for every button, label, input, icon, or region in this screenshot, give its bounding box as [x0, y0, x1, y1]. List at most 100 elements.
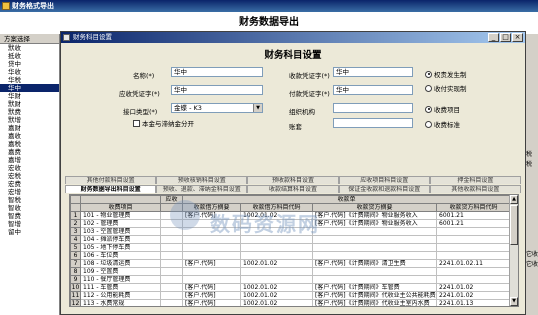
radio-dot[interactable]: [425, 70, 432, 78]
scheme-list-item[interactable]: 宏增: [0, 188, 59, 196]
radio-fee-item[interactable]: 收费项目: [425, 104, 460, 114]
cell-credit-summary[interactable]: [312, 275, 437, 284]
scheme-list-item[interactable]: 嘉收: [0, 132, 59, 140]
cell-credit-summary[interactable]: [客户.代码]《计费期间》代收业主室内水费: [312, 299, 437, 306]
cell-fee-item[interactable]: 108 - 垃圾清运费: [80, 259, 161, 268]
tab-row1-0[interactable]: 其他付款科目设置: [65, 176, 157, 184]
scheme-list-item[interactable]: 默费: [0, 108, 59, 116]
cell-debit-summary[interactable]: [182, 267, 241, 276]
checkbox-box[interactable]: [133, 119, 140, 127]
ar-voucher-input[interactable]: 华中: [171, 85, 263, 95]
col-header-credit-summary[interactable]: 收款贷方摘要: [312, 203, 437, 212]
scheme-list-item[interactable]: 智收: [0, 204, 59, 212]
cell-fee-item[interactable]: 106 - 车位费: [80, 251, 161, 260]
scheme-list-item[interactable]: 宏收: [0, 164, 59, 172]
radio-dot[interactable]: [425, 105, 432, 113]
scroll-thumb[interactable]: [510, 205, 518, 245]
radio-dot[interactable]: [425, 84, 432, 92]
cell-ar[interactable]: [160, 283, 183, 292]
radio-cash-basis[interactable]: 收付实现制: [425, 83, 467, 93]
interface-type-select[interactable]: 金蝶 - K3 ▼: [171, 103, 263, 113]
maximize-button[interactable]: □: [500, 33, 511, 42]
cell-credit-summary[interactable]: [客户.代码]《计费期间》代收业主公共能耗费: [312, 291, 437, 300]
radio-fee-standard[interactable]: 收费标准: [425, 119, 460, 129]
tab-row1-2[interactable]: 预收款科目设置: [247, 176, 339, 184]
cell-debit-code[interactable]: [240, 275, 313, 284]
cell-credit-code[interactable]: [435, 267, 512, 276]
cell-credit-code[interactable]: [435, 251, 512, 260]
col-header-credit-code[interactable]: 收款贷方科目代码: [435, 203, 512, 212]
name-input[interactable]: 华中: [171, 67, 263, 77]
cell-credit-code[interactable]: 6001.21: [435, 219, 512, 228]
cell-credit-summary[interactable]: [客户.代码]《计费期间》物业服务收入: [312, 211, 437, 220]
cell-debit-summary[interactable]: [182, 275, 241, 284]
cell-fee-item[interactable]: 109 - 空置费: [80, 267, 161, 276]
scheme-list-item[interactable]: 默收: [0, 44, 59, 52]
scheme-list-item[interactable]: 智费: [0, 212, 59, 220]
cell-credit-code[interactable]: 6001.21: [435, 211, 512, 220]
tab-row1-3[interactable]: 应收项目科目设置: [338, 176, 430, 184]
cell-credit-summary[interactable]: [312, 267, 437, 276]
cell-credit-code[interactable]: 2241.01.13: [435, 299, 512, 306]
dialog-titlebar[interactable]: 财务科目设置 _ □ ×: [61, 32, 525, 43]
radio-accrual[interactable]: 权责发生制: [425, 69, 467, 79]
cell-fee-item[interactable]: 104 - 摊派停车费: [80, 235, 161, 244]
cell-ar[interactable]: [160, 243, 183, 252]
cell-debit-code[interactable]: [240, 251, 313, 260]
scheme-list-item[interactable]: 智增: [0, 220, 59, 228]
scheme-list-item[interactable]: 华财: [0, 92, 59, 100]
cell-credit-code[interactable]: 2241.01.02: [435, 283, 512, 292]
scheme-list-item[interactable]: 华税: [0, 76, 59, 84]
scheme-list-item[interactable]: 宏税: [0, 172, 59, 180]
scheme-list-item[interactable]: 贷中: [0, 60, 59, 68]
scheme-list-item[interactable]: 嘉增: [0, 156, 59, 164]
cell-fee-item[interactable]: 110 - 餐厅管理费: [80, 275, 161, 284]
cell-credit-code[interactable]: 2241.01.02.11: [435, 259, 512, 268]
cell-credit-summary[interactable]: [312, 227, 437, 236]
cell-debit-summary[interactable]: [客户.代码]: [182, 283, 241, 292]
scheme-list-item[interactable]: 留中: [0, 228, 59, 236]
cell-credit-summary[interactable]: [客户.代码]《计费期间》物业服务收入: [312, 219, 437, 228]
cell-credit-code[interactable]: [435, 235, 512, 244]
account-set-input[interactable]: [333, 118, 413, 128]
cell-debit-code[interactable]: 1002.01.02: [240, 299, 313, 306]
tab-row2-1[interactable]: 预收、退款、滞纳金科目设置: [156, 185, 248, 193]
cell-debit-code[interactable]: 1002.01.02: [240, 291, 313, 300]
cell-credit-code[interactable]: 2241.01.02: [435, 291, 512, 300]
tab-row1-1[interactable]: 预收核销科目设置: [156, 176, 248, 184]
tab-row2-0[interactable]: 财务数据导出科目设置: [65, 185, 157, 193]
table-row[interactable]: 9 110 - 餐厅管理费: [70, 275, 512, 284]
cell-credit-code[interactable]: [435, 243, 512, 252]
scheme-list-item[interactable]: 默增: [0, 116, 59, 124]
tab-row2-2[interactable]: 收款结算科目设置: [247, 185, 339, 193]
cell-debit-summary[interactable]: [182, 251, 241, 260]
table-row[interactable]: 11 112 - 公用能耗费 [客户.代码] 1002.01.02 [客户.代码]《计费…: [70, 291, 512, 300]
cell-debit-code[interactable]: 1002.01.02: [240, 283, 313, 292]
scheme-list-item[interactable]: 智税: [0, 196, 59, 204]
receipt-voucher-input[interactable]: 华中: [333, 67, 413, 77]
cell-ar[interactable]: [160, 235, 183, 244]
scheme-list-item[interactable]: 宏费: [0, 180, 59, 188]
cell-debit-summary[interactable]: [182, 243, 241, 252]
payment-voucher-input[interactable]: 华中: [333, 85, 413, 95]
cell-ar[interactable]: [160, 291, 183, 300]
tab-row2-3[interactable]: 保证金收款和退款科目设置: [338, 185, 430, 193]
cell-ar[interactable]: [160, 259, 183, 268]
table-row[interactable]: 10 111 - 车管费 [客户.代码] 1002.01.02 [客户.代码]《计费期间…: [70, 283, 512, 292]
cell-credit-summary[interactable]: [客户.代码]《计费期间》清卫生费: [312, 259, 437, 268]
cell-credit-summary[interactable]: [312, 235, 437, 244]
minimize-button[interactable]: _: [488, 33, 499, 42]
scheme-list-item[interactable]: 嘉财: [0, 124, 59, 132]
cell-fee-item[interactable]: 103 - 空置管理费: [80, 227, 161, 236]
cell-ar[interactable]: [160, 299, 183, 306]
cell-ar[interactable]: [160, 275, 183, 284]
table-row[interactable]: 6 106 - 车位费: [70, 251, 512, 260]
cell-debit-code[interactable]: 1002.01.02: [240, 259, 313, 268]
table-row[interactable]: 5 105 - 地下停车费: [70, 243, 512, 252]
table-row[interactable]: 12 113 - 水费常规 [客户.代码] 1002.01.02 [客户.代码]《计费期…: [70, 299, 512, 306]
cell-fee-item[interactable]: 111 - 车管费: [80, 283, 161, 292]
cell-fee-item[interactable]: 102 - 管理费: [80, 219, 161, 228]
cell-credit-code[interactable]: [435, 275, 512, 284]
close-button[interactable]: ×: [512, 33, 523, 42]
cell-fee-item[interactable]: 113 - 水费常规: [80, 299, 161, 306]
